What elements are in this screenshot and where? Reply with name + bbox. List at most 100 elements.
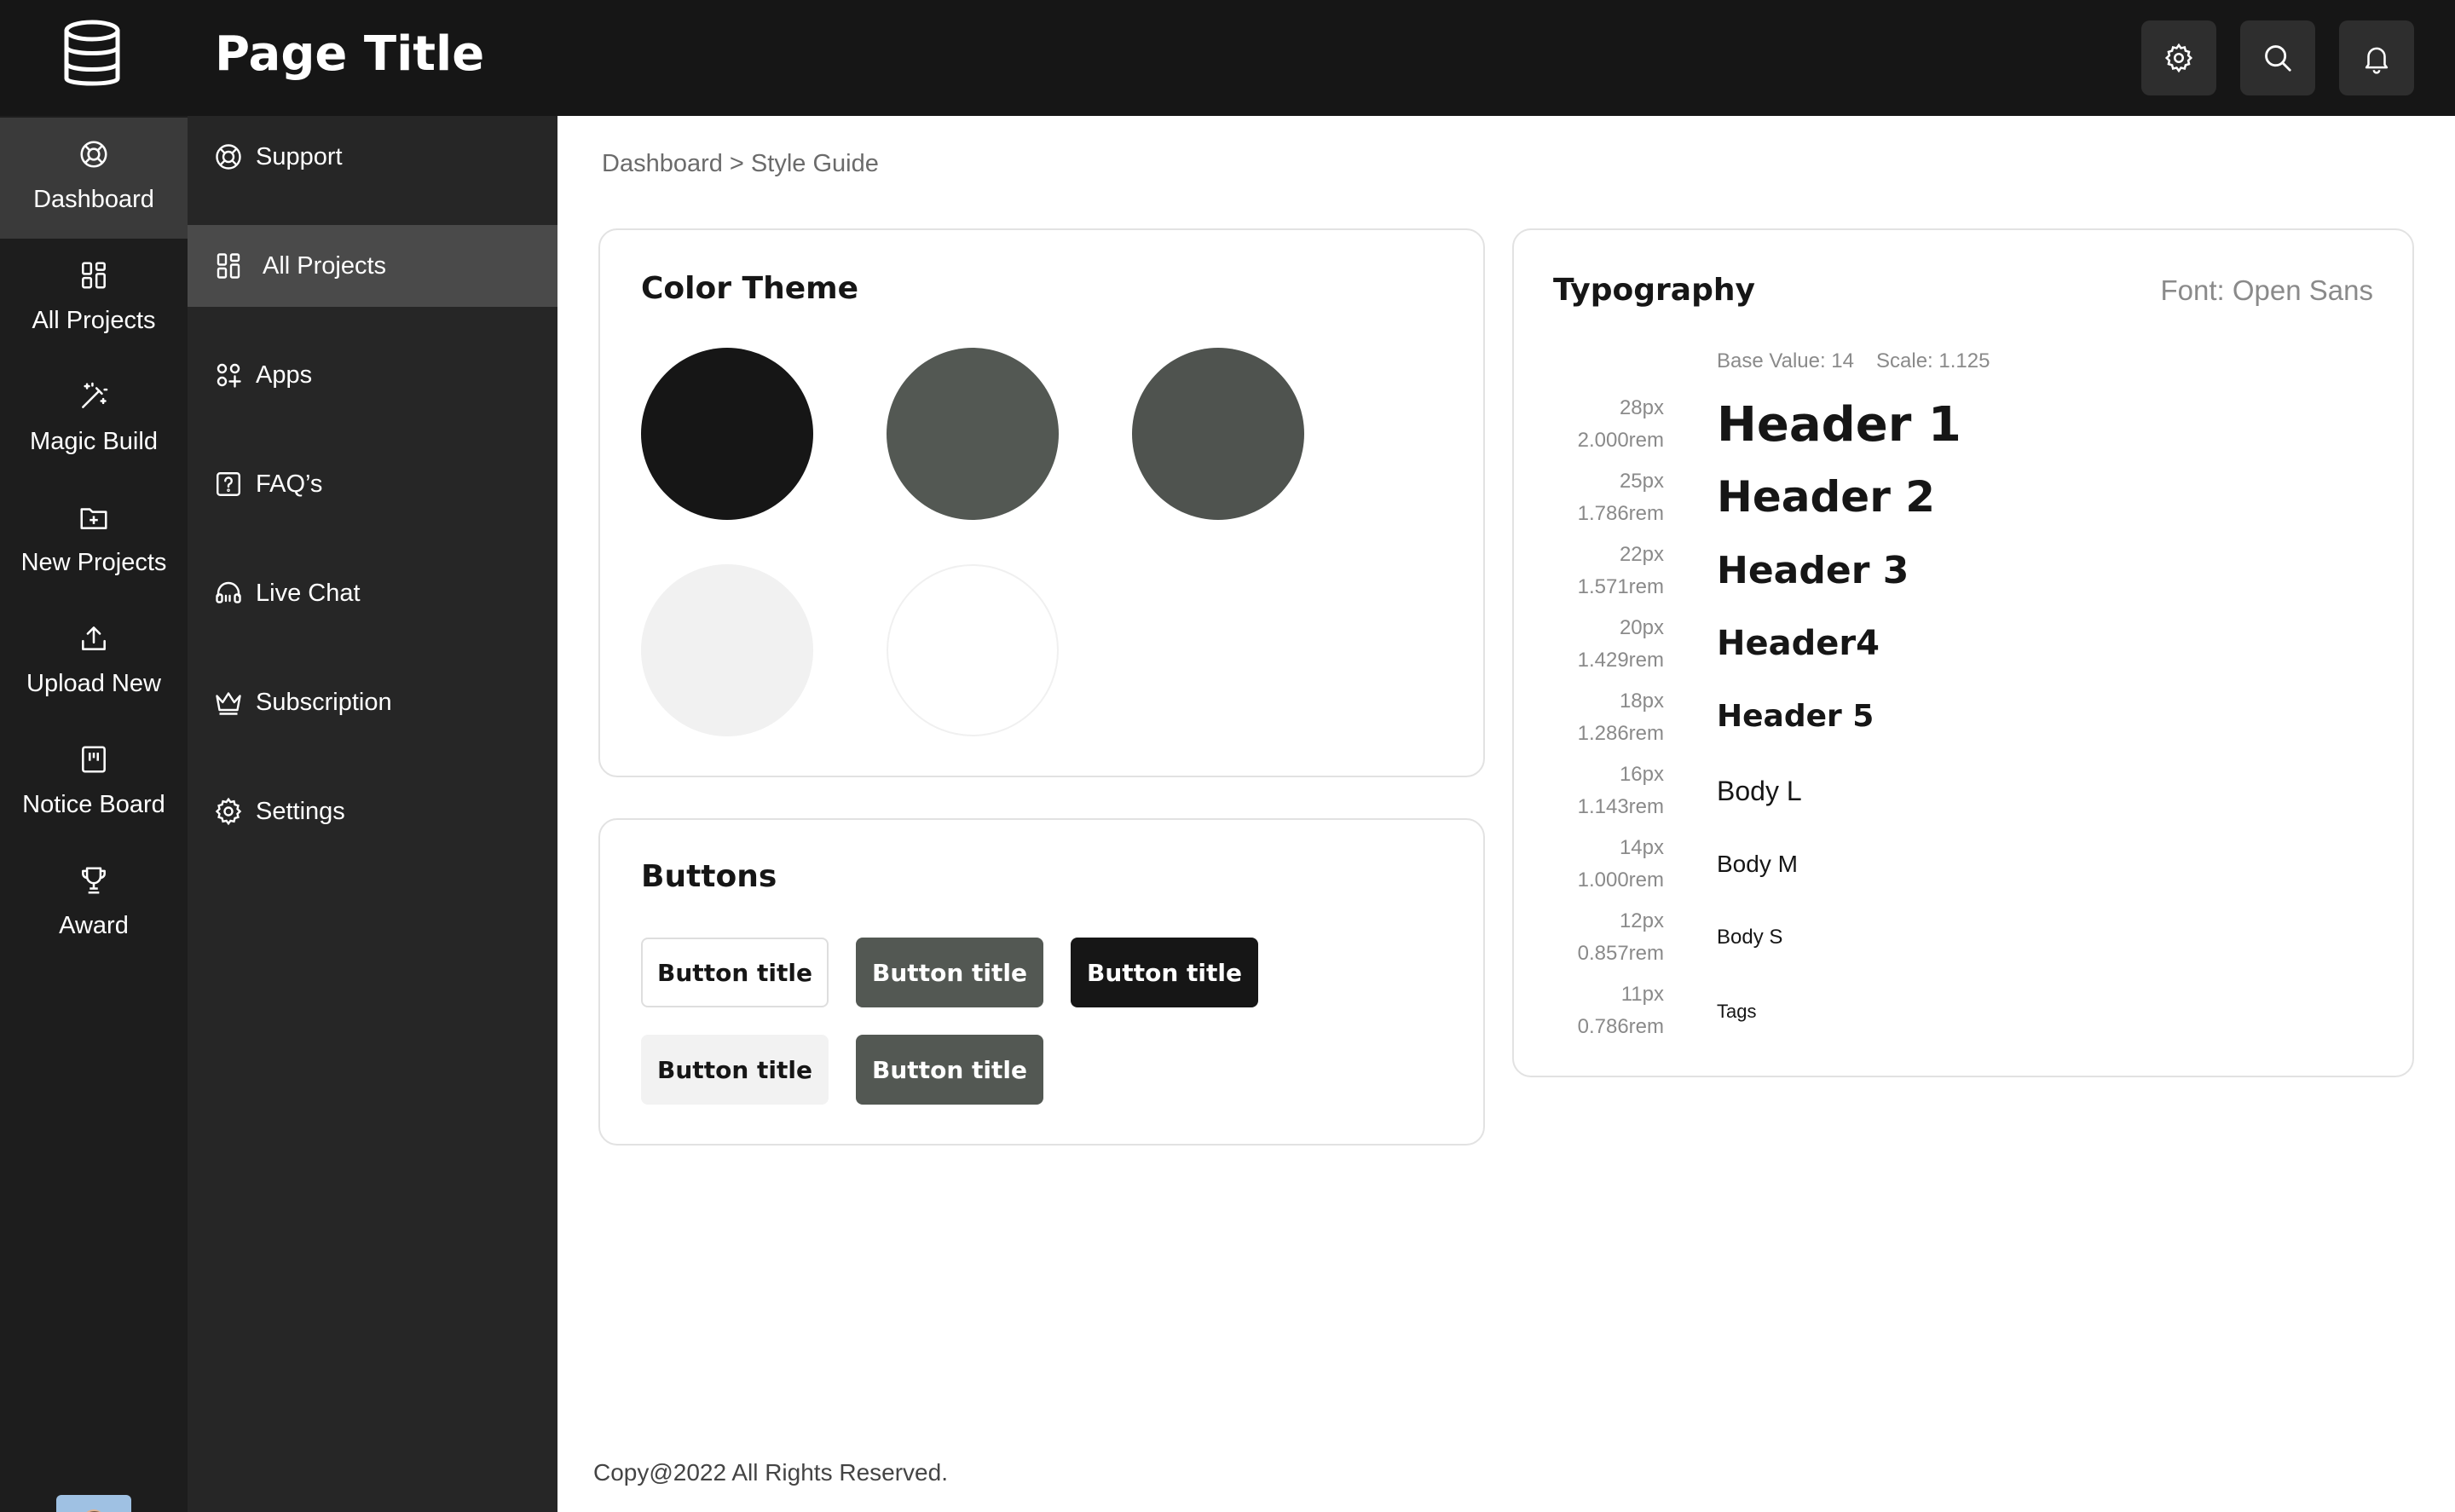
magic-wand-icon xyxy=(82,382,108,408)
notice-board-icon xyxy=(82,746,106,773)
type-size: 16px 1.143rem xyxy=(1577,763,1664,818)
type-size: 28px 2.000rem xyxy=(1577,396,1664,452)
headset-icon xyxy=(216,581,241,603)
buttons-title: Buttons xyxy=(641,859,777,894)
rail-item-label: Dashboard xyxy=(33,186,154,213)
type-size: 11px 0.786rem xyxy=(1577,983,1664,1038)
typography-card: Typography Font: Open Sans Base Value: 1… xyxy=(1512,228,2414,1077)
rail-item-label: Magic Build xyxy=(30,428,158,455)
light-button[interactable]: Button title xyxy=(641,1035,829,1105)
color-swatch-dark-gray[interactable] xyxy=(887,348,1059,520)
rail-item-award[interactable]: Award xyxy=(0,844,188,965)
color-theme-title: Color Theme xyxy=(641,271,859,306)
rail-item-new-projects[interactable]: New Projects xyxy=(0,481,188,602)
type-row: 12px 0.857rem Body S xyxy=(1514,905,2414,978)
secondary-nav: Support All Projects Apps FAQ’s Live Cha… xyxy=(188,116,557,1512)
type-size: 12px 0.857rem xyxy=(1577,909,1664,965)
upload-icon xyxy=(82,626,106,650)
type-size: 22px 1.571rem xyxy=(1577,543,1664,598)
type-sample-header-3: Header 3 xyxy=(1717,549,1909,592)
type-row: 11px 0.786rem Tags xyxy=(1514,978,2414,1052)
lifebuoy-icon xyxy=(80,141,107,168)
color-swatch-white[interactable] xyxy=(887,564,1059,736)
icon-rail: Dashboard All Projects Magic Build New P… xyxy=(0,116,188,1512)
gray-button[interactable]: Button title xyxy=(856,938,1043,1007)
outline-button[interactable]: Button title xyxy=(641,938,829,1007)
type-row: 25px 1.786rem Header 2 xyxy=(1514,465,2414,539)
type-size: 18px 1.286rem xyxy=(1577,690,1664,745)
type-row: 14px 1.000rem Body M xyxy=(1514,832,2414,905)
type-row: 28px 2.000rem Header 1 xyxy=(1514,392,2414,465)
rail-item-label: Upload New xyxy=(26,670,161,697)
scale-value: Scale: 1.125 xyxy=(1876,349,1990,372)
rail-item-dashboard[interactable]: Dashboard xyxy=(0,118,188,239)
subnav-item-label: Support xyxy=(256,142,343,170)
subnav-item-faqs[interactable]: FAQ’s xyxy=(188,443,557,525)
gray-button[interactable]: Button title xyxy=(856,1035,1043,1105)
subnav-item-label: Apps xyxy=(256,361,313,389)
trophy-icon xyxy=(82,867,106,894)
rail-item-notice-board[interactable]: Notice Board xyxy=(0,723,188,844)
notifications-button[interactable] xyxy=(2339,20,2414,95)
type-sample-header-5: Header 5 xyxy=(1717,699,1874,734)
grid-icon xyxy=(217,253,240,279)
subnav-item-label: Settings xyxy=(256,797,345,825)
top-header: Page Title xyxy=(0,0,2455,116)
folder-plus-icon xyxy=(80,508,107,529)
subnav-item-label: Live Chat xyxy=(256,579,361,607)
database-icon[interactable] xyxy=(60,19,124,92)
font-label: Font: Open Sans xyxy=(2160,274,2373,306)
bell-icon xyxy=(2365,47,2389,74)
type-sample-body-s: Body S xyxy=(1717,926,1783,949)
rail-item-label: All Projects xyxy=(32,307,156,334)
grid-icon xyxy=(82,262,106,289)
crown-icon xyxy=(216,692,241,715)
dark-button[interactable]: Button title xyxy=(1071,938,1258,1007)
type-row: 20px 1.429rem Header4 xyxy=(1514,612,2414,685)
type-row: 18px 1.286rem Header 5 xyxy=(1514,685,2414,759)
rail-item-magic-build[interactable]: Magic Build xyxy=(0,360,188,481)
subnav-item-label: FAQ’s xyxy=(256,470,323,498)
type-sample-header-1: Header 1 xyxy=(1717,397,1961,453)
apps-icon xyxy=(217,363,241,388)
page-title: Page Title xyxy=(215,26,485,82)
color-swatch-gray[interactable] xyxy=(1132,348,1304,520)
gear-icon xyxy=(2164,43,2193,73)
lifebuoy-icon xyxy=(216,144,241,170)
settings-button[interactable] xyxy=(2141,20,2216,95)
subnav-item-all-projects[interactable]: All Projects xyxy=(188,225,557,307)
color-swatch-light-gray[interactable] xyxy=(641,564,813,736)
buttons-card: Buttons Button title Button title Button… xyxy=(598,818,1485,1146)
type-row: 22px 1.571rem Header 3 xyxy=(1514,539,2414,612)
footer-copyright: Copy@2022 All Rights Reserved. xyxy=(593,1459,948,1486)
subnav-item-label: Subscription xyxy=(256,688,392,716)
search-button[interactable] xyxy=(2240,20,2315,95)
type-sample-body-m: Body M xyxy=(1717,851,1798,877)
rail-item-label: Award xyxy=(59,912,129,939)
rail-item-upload-new[interactable]: Upload New xyxy=(0,602,188,723)
base-value: Base Value: 14 xyxy=(1717,349,1855,372)
rail-item-label: New Projects xyxy=(20,549,167,576)
rail-item-all-projects[interactable]: All Projects xyxy=(0,239,188,360)
subnav-item-label: All Projects xyxy=(263,251,387,280)
type-sample-body-l: Body L xyxy=(1717,776,1802,806)
type-sample-header-4: Header4 xyxy=(1717,624,1880,663)
type-row: 16px 1.143rem Body L xyxy=(1514,759,2414,832)
user-avatar[interactable] xyxy=(56,1495,131,1512)
subnav-item-live-chat[interactable]: Live Chat xyxy=(188,552,557,634)
subnav-item-subscription[interactable]: Subscription xyxy=(188,661,557,743)
breadcrumb[interactable]: Dashboard > Style Guide xyxy=(602,150,879,178)
color-swatch-black[interactable] xyxy=(641,348,813,520)
subnav-item-settings[interactable]: Settings xyxy=(188,770,557,852)
subnav-item-support[interactable]: Support xyxy=(188,116,557,198)
gear-icon xyxy=(215,797,242,826)
color-theme-card: Color Theme xyxy=(598,228,1485,777)
type-sample-tags: Tags xyxy=(1717,1001,1757,1022)
typography-title: Typography xyxy=(1553,273,1755,308)
question-icon xyxy=(217,472,240,496)
search-icon xyxy=(2265,45,2291,72)
rail-item-label: Notice Board xyxy=(22,791,165,818)
type-size: 25px 1.786rem xyxy=(1577,470,1664,525)
subnav-item-apps[interactable]: Apps xyxy=(188,334,557,416)
type-size: 20px 1.429rem xyxy=(1577,616,1664,672)
